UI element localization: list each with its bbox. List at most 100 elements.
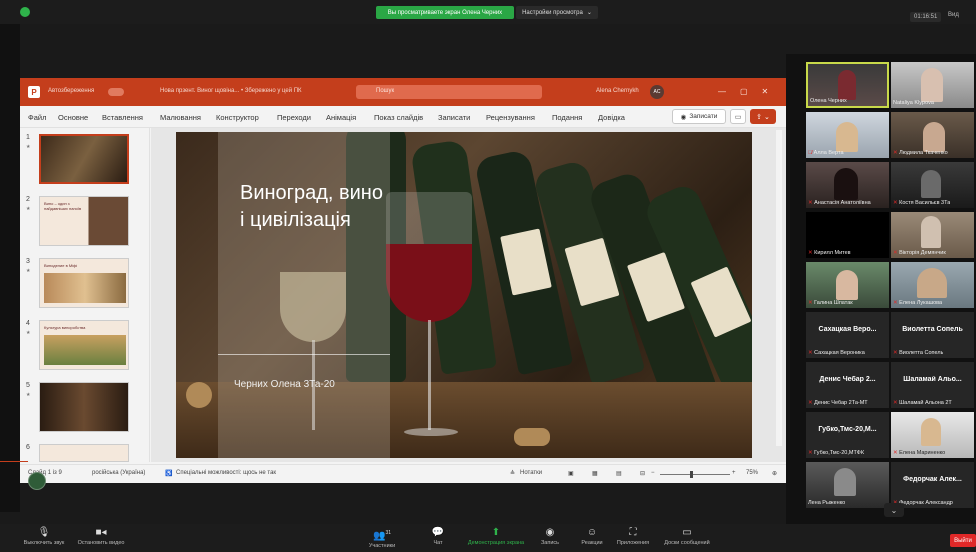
slide-thumbnail-2[interactable]: Вино – один з найдавніших напоїв xyxy=(39,196,129,246)
stop-video-button[interactable]: ■◂ Остановить видео xyxy=(72,526,130,546)
window-controls[interactable]: —▢✕ xyxy=(718,87,782,96)
participant-tile[interactable]: Nataliya Klypova xyxy=(891,62,974,108)
tab-file[interactable]: Файл xyxy=(28,113,46,122)
muted-mic-icon: ✕ xyxy=(893,350,898,356)
leave-button[interactable]: Выйти xyxy=(950,534,976,547)
thumb-image xyxy=(44,273,126,303)
mute-button[interactable]: 🎙 Выключить звук xyxy=(18,526,70,546)
apps-button[interactable]: ⛶ Приложения xyxy=(612,526,654,546)
tab-animations[interactable]: Анімація xyxy=(326,113,356,122)
ribbon-tabs: Файл Основне Вставлення Малювання Констр… xyxy=(20,106,786,128)
participant-name-text: Сахацкая Вероника xyxy=(814,350,865,356)
slide-sorter-icon[interactable]: ▦ xyxy=(592,470,598,477)
participant-tile[interactable]: ✕ Костя Васильєв 3Та xyxy=(891,162,974,208)
autosave-toggle[interactable] xyxy=(108,88,124,96)
slide-scrollbar[interactable] xyxy=(776,130,782,446)
slide-title[interactable]: Виноград, вино і цивілізація xyxy=(240,180,390,234)
annotation-pen-icon[interactable] xyxy=(28,472,46,490)
reactions-button[interactable]: ☺ Реакции xyxy=(575,526,609,546)
participant-tile[interactable]: Губко,Тмс-20,М... ✕ Губко,Тмс-20,МТФК xyxy=(806,412,889,458)
participant-display-name: Виолетта Сопель xyxy=(902,326,963,333)
participant-name: ✕ Виолетта Сопель xyxy=(893,350,943,356)
participant-name-text: Вікторія Демянчик xyxy=(899,250,946,256)
participants-button[interactable]: 👥31 Участники xyxy=(360,526,404,549)
tab-home[interactable]: Основне xyxy=(58,113,88,122)
fit-slide-icon[interactable]: ⊕ xyxy=(772,470,777,477)
slide-thumbnail-5[interactable] xyxy=(39,382,129,432)
notes-button[interactable]: Нотатки xyxy=(520,470,542,476)
thumb-number: 3 xyxy=(26,258,30,265)
participant-tile[interactable]: ✕ Галина Шпатак xyxy=(806,262,889,308)
participant-tile[interactable]: Денис Чебар 2... ✕ Денис Чебар 2Та-МТ xyxy=(806,362,889,408)
participant-tile[interactable]: ✕ Елена Мариненко xyxy=(891,412,974,458)
encryption-shield-icon[interactable] xyxy=(20,7,30,17)
search-input[interactable]: Пошук xyxy=(356,85,542,99)
whiteboard-button[interactable]: ▭ Доски сообщений xyxy=(658,526,716,546)
tab-design[interactable]: Конструктор xyxy=(216,113,259,122)
participant-tile[interactable]: ✕ Кирилл Митев xyxy=(806,212,889,258)
divider xyxy=(0,461,28,462)
view-options-label: Настройки просмотра xyxy=(522,9,583,16)
slide-thumbnail-3[interactable]: Виноделие в Міфі xyxy=(39,258,129,308)
thumb-number: 6 xyxy=(26,444,30,451)
slide-author[interactable]: Черних Олена 3Та-20 xyxy=(234,379,335,390)
view-button[interactable]: Вид xyxy=(948,12,959,18)
gallery-scroll-down-icon[interactable]: ⌄ xyxy=(884,503,904,517)
slide-thumbnail-4[interactable]: Культура виноробства xyxy=(39,320,129,370)
participant-tile[interactable]: Сахацкая Веро... ✕ Сахацкая Вероника xyxy=(806,312,889,358)
tab-slideshow[interactable]: Показ слайдів xyxy=(374,113,423,122)
zoom-slider-thumb[interactable] xyxy=(690,471,693,478)
participant-name: ✕ Костя Васильєв 3Та xyxy=(893,200,950,206)
participant-tile[interactable]: Федорчак Алек... ✕ Федорчак Александр xyxy=(891,462,974,508)
participant-tile[interactable]: Олена Черних xyxy=(806,62,889,108)
slide-thumbnail-6[interactable] xyxy=(39,444,129,462)
tab-transitions[interactable]: Переходи xyxy=(277,113,311,122)
zoom-out-icon[interactable]: − xyxy=(651,470,655,476)
participant-tile[interactable]: Шаламай Альо... ✕ Шаламай Альона 2Т xyxy=(891,362,974,408)
slide-thumbnail-1[interactable] xyxy=(39,134,129,184)
participant-tile[interactable]: ✕ Людмила Ткаченко xyxy=(891,112,974,158)
document-title[interactable]: Нова прзент. Виног щовіна... • Збережено… xyxy=(160,88,302,94)
tab-record[interactable]: Записати xyxy=(438,113,470,122)
record-meeting-button[interactable]: ◉ Запись xyxy=(535,526,565,546)
participant-tile[interactable]: ✕ Вікторія Демянчик xyxy=(891,212,974,258)
participant-name: ✕ Вікторія Демянчик xyxy=(893,250,946,256)
tab-insert[interactable]: Вставлення xyxy=(102,113,143,122)
left-margin xyxy=(0,24,20,512)
slide-canvas[interactable]: Виноград, вино і цивілізація Черних Олен… xyxy=(176,132,752,458)
zoom-slider[interactable] xyxy=(660,474,730,475)
accessibility-icon: ♿ xyxy=(165,471,173,477)
participant-display-name: Федорчак Алек... xyxy=(903,476,962,483)
zoom-level[interactable]: 75% xyxy=(746,470,758,476)
mute-label: Выключить звук xyxy=(23,540,65,546)
thumb-number: 1 xyxy=(26,134,30,141)
accessibility-status[interactable]: Спеціальні можливості: щось не так xyxy=(176,470,276,476)
tab-review[interactable]: Рецензування xyxy=(486,113,535,122)
normal-view-icon[interactable]: ▣ xyxy=(568,470,574,477)
tab-help[interactable]: Довідка xyxy=(598,113,625,122)
participant-tile[interactable]: 🎙̸ Алла Верта xyxy=(806,112,889,158)
comments-button[interactable]: ▭ xyxy=(730,109,746,124)
share-screen-button[interactable]: ⬆ Демонстрация экрана xyxy=(462,526,530,546)
share-button[interactable]: ⇪ ⌄ xyxy=(750,109,776,124)
language-indicator[interactable]: російська (Україна) xyxy=(92,470,145,476)
participant-name-text: Елена Лукашова xyxy=(899,300,943,306)
view-options-button[interactable]: Настройки просмотра ⌄ xyxy=(516,6,598,19)
chat-button[interactable]: 💬 Чат xyxy=(424,526,452,546)
account-avatar[interactable]: AC xyxy=(650,85,664,99)
participant-name: ✕ Денис Чебар 2Та-МТ xyxy=(808,400,868,406)
tab-draw[interactable]: Малювання xyxy=(160,113,201,122)
reading-view-icon[interactable]: ▤ xyxy=(616,470,622,477)
participant-video xyxy=(834,468,856,496)
zoom-in-icon[interactable]: + xyxy=(732,470,736,476)
participant-name-text: Галина Шпатак xyxy=(814,300,853,306)
participant-tile[interactable]: ✕ Анастасія Анатоліївна xyxy=(806,162,889,208)
participant-tile[interactable]: Виолетта Сопель ✕ Виолетта Сопель xyxy=(891,312,974,358)
slideshow-icon[interactable]: ⊟ xyxy=(640,470,645,477)
muted-mic-icon: ✕ xyxy=(893,250,898,256)
record-button[interactable]: ◉ Записати xyxy=(672,109,726,124)
participant-name-text: Денис Чебар 2Та-МТ xyxy=(814,400,868,406)
tab-view[interactable]: Подання xyxy=(552,113,582,122)
participant-tile[interactable]: ✕ Елена Лукашова xyxy=(891,262,974,308)
participant-tile[interactable]: Лена Рыженко xyxy=(806,462,889,508)
